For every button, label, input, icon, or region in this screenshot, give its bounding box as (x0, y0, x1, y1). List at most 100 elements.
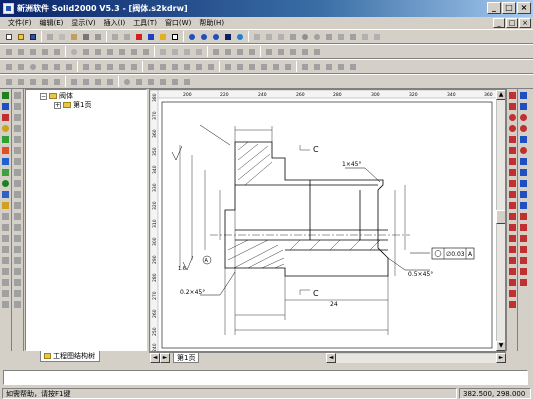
view-tool-icon[interactable] (13, 201, 22, 210)
library-icon[interactable] (288, 47, 298, 57)
axis-icon[interactable] (170, 47, 180, 57)
tolerance-tool-icon[interactable] (508, 201, 517, 210)
scroll-thumb[interactable] (496, 210, 505, 224)
doc-close-button[interactable]: × (519, 18, 531, 28)
arc-tool-icon[interactable] (1, 113, 10, 122)
track-icon[interactable] (519, 245, 528, 254)
adim-icon[interactable] (28, 77, 38, 87)
properties-icon[interactable] (146, 32, 156, 42)
line-icon[interactable] (4, 62, 14, 72)
view-top-icon[interactable] (264, 32, 274, 42)
ellipse-tool-icon[interactable] (1, 179, 10, 188)
tolerance-icon[interactable] (194, 62, 204, 72)
roughness-icon[interactable] (182, 62, 192, 72)
lineweight-tool-icon[interactable] (13, 157, 22, 166)
pattern-icon[interactable] (129, 47, 139, 57)
leader-icon[interactable] (170, 62, 180, 72)
text-tool-icon[interactable] (1, 91, 10, 100)
redo-icon[interactable] (122, 32, 132, 42)
hatch-edit-icon[interactable] (508, 289, 517, 298)
paste-icon[interactable] (69, 32, 79, 42)
snap-perpendicular-icon[interactable] (519, 157, 528, 166)
menu-file[interactable]: 文件(F) (4, 18, 36, 28)
ddim-icon[interactable] (52, 77, 62, 87)
tab-prev-icon[interactable]: ◄ (150, 353, 160, 363)
snap-end-icon[interactable] (223, 62, 233, 72)
circle-tool-icon[interactable] (1, 124, 10, 133)
tab-next-icon[interactable]: ► (160, 353, 170, 363)
copy-entity-icon[interactable] (129, 62, 139, 72)
sweep-icon[interactable] (40, 47, 50, 57)
rotate-icon[interactable] (235, 32, 245, 42)
point-tool-icon[interactable] (1, 146, 10, 155)
wireframe-icon[interactable] (312, 32, 322, 42)
cut-icon[interactable] (45, 32, 55, 42)
tab-page1[interactable]: 第1页 (173, 353, 200, 363)
snap-int-icon[interactable] (259, 62, 269, 72)
text-icon[interactable] (158, 62, 168, 72)
extend-icon[interactable] (93, 62, 103, 72)
hatch-tool-icon[interactable] (13, 168, 22, 177)
view-front-icon[interactable] (252, 32, 262, 42)
snap-midpoint-icon[interactable] (519, 102, 528, 111)
table-icon[interactable] (170, 77, 180, 87)
offset-icon[interactable] (105, 62, 115, 72)
dim-arc-icon[interactable] (508, 135, 517, 144)
fillet-icon[interactable] (81, 47, 91, 57)
shade-icon[interactable] (300, 32, 310, 42)
view-detail-icon[interactable] (324, 62, 334, 72)
menu-edit[interactable]: 编辑(E) (36, 18, 68, 28)
view-aux-icon[interactable] (336, 62, 346, 72)
snap-grid-icon[interactable] (519, 212, 528, 221)
hdim-icon[interactable] (4, 77, 14, 87)
shell-icon[interactable] (105, 47, 115, 57)
point-icon[interactable] (182, 47, 192, 57)
bom-icon[interactable] (300, 47, 310, 57)
centermark-icon[interactable] (146, 77, 156, 87)
menu-insert[interactable]: 插入(I) (100, 18, 130, 28)
explode-tool-icon[interactable] (1, 300, 10, 309)
tree-tab[interactable]: 工程图结构树 (40, 351, 100, 362)
snap-ext-icon[interactable] (519, 190, 528, 199)
centerline-icon[interactable] (134, 77, 144, 87)
zoom-in-icon[interactable] (187, 32, 197, 42)
view-create-icon[interactable] (300, 62, 310, 72)
crop-tool-icon[interactable] (13, 245, 22, 254)
show-tool-icon[interactable] (13, 278, 22, 287)
ucs-icon[interactable] (519, 278, 528, 287)
move-tool-icon[interactable] (1, 223, 10, 232)
vdim-icon[interactable] (16, 77, 26, 87)
zoom-out-icon[interactable] (199, 32, 209, 42)
rotate-tool-icon[interactable] (1, 234, 10, 243)
print-icon[interactable] (81, 32, 91, 42)
hatch-icon[interactable] (146, 62, 156, 72)
symbol-tool-icon[interactable] (508, 267, 517, 276)
menu-window[interactable]: 窗口(W) (161, 18, 195, 28)
polar-icon[interactable] (519, 256, 528, 265)
weld-icon[interactable] (158, 77, 168, 87)
snap-intersection-icon[interactable] (519, 135, 528, 144)
detail-tool-icon[interactable] (13, 223, 22, 232)
hide-tool-icon[interactable] (13, 267, 22, 276)
snap-perp-icon[interactable] (271, 62, 281, 72)
block-tool-icon[interactable] (13, 179, 22, 188)
snap-off-icon[interactable] (519, 223, 528, 232)
snap-tool-icon[interactable] (13, 91, 22, 100)
coord-icon[interactable] (194, 47, 204, 57)
section-tool-icon[interactable] (13, 212, 22, 221)
trim-icon[interactable] (81, 62, 91, 72)
rdim-icon[interactable] (40, 77, 50, 87)
split-icon[interactable] (223, 47, 233, 57)
minimize-button[interactable]: _ (487, 2, 501, 14)
scroll-up-icon[interactable]: ▲ (496, 90, 505, 100)
snap-center-icon[interactable] (247, 62, 257, 72)
command-line-input[interactable] (3, 370, 528, 385)
weld-tool-icon[interactable] (508, 223, 517, 232)
mirror-icon[interactable] (141, 47, 151, 57)
ortho-icon[interactable] (519, 267, 528, 276)
grid-tool-icon[interactable] (13, 102, 22, 111)
dim-chamfer-icon[interactable] (508, 146, 517, 155)
snap-settings-icon[interactable] (519, 234, 528, 243)
arc-icon[interactable] (16, 62, 26, 72)
break-tool-icon[interactable] (1, 289, 10, 298)
